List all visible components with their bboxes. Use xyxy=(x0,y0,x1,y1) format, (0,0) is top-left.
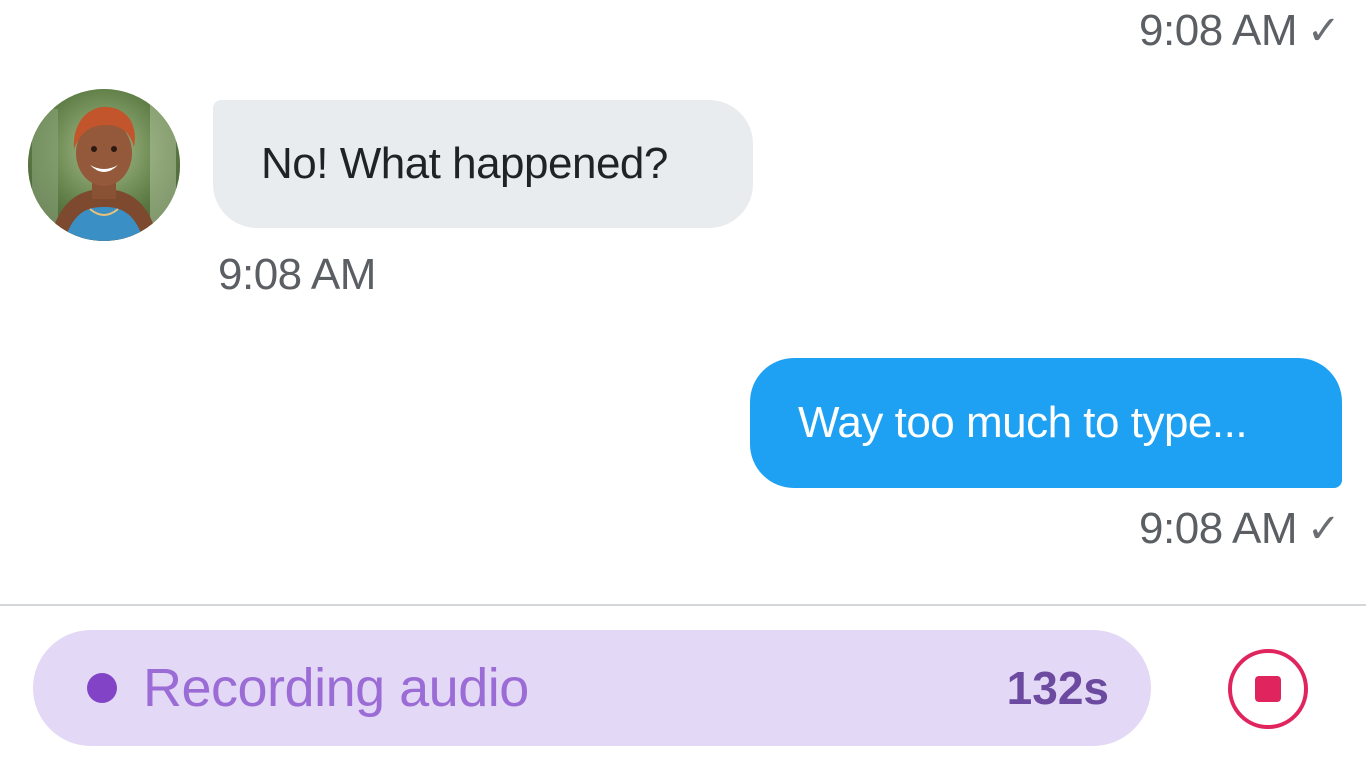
stop-icon xyxy=(1255,676,1281,702)
recording-dot-icon xyxy=(87,673,117,703)
message-timestamp: 9:08 AM xyxy=(1139,504,1297,553)
message-timestamp: 9:08 AM xyxy=(1139,6,1297,55)
recording-status-label: Recording audio xyxy=(143,658,529,718)
contact-avatar[interactable] xyxy=(28,89,180,241)
message-text: No! What happened? xyxy=(261,139,668,188)
recording-elapsed-time: 132s xyxy=(1006,662,1109,714)
checkmark-icon: ✓ xyxy=(1306,507,1341,551)
message-timestamp-row: 9:08 AM ✓ xyxy=(1139,6,1340,56)
stop-recording-button[interactable] xyxy=(1228,649,1308,729)
checkmark-icon: ✓ xyxy=(1306,9,1341,53)
message-timestamp-row: 9:08 AM ✓ xyxy=(1139,504,1340,554)
message-text: Way too much to type... xyxy=(798,398,1248,447)
composer-divider xyxy=(0,604,1366,606)
message-timestamp: 9:08 AM xyxy=(218,250,376,299)
chat-screen: 9:08 AM ✓ No! What happened? 9:08 AM Way… xyxy=(0,0,1366,767)
incoming-message-bubble[interactable]: No! What happened? xyxy=(213,100,753,228)
avatar-image xyxy=(28,89,180,241)
audio-recorder-bar: Recording audio 132s xyxy=(33,630,1151,746)
outgoing-message-bubble[interactable]: Way too much to type... xyxy=(750,358,1342,488)
